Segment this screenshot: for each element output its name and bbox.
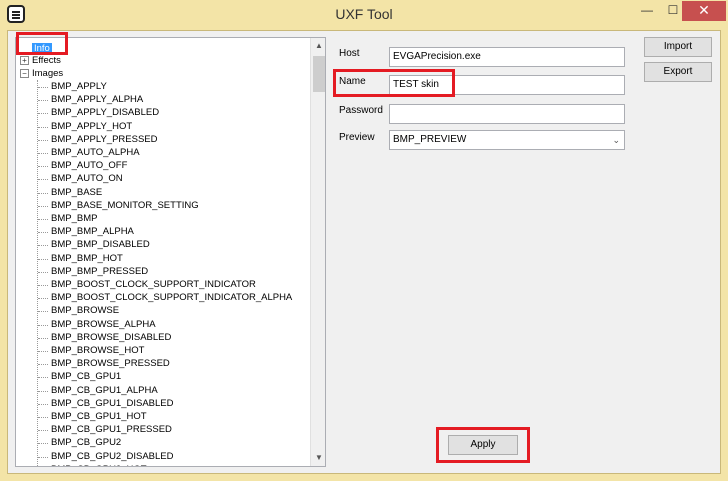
tree-branch-line (38, 403, 48, 405)
tree-branch-line (38, 298, 48, 300)
tree-branch-line (38, 126, 48, 128)
tree-branch-line (38, 271, 48, 273)
tree-branch-line (38, 456, 48, 458)
tree-branch-line (38, 113, 48, 115)
chevron-down-icon: ⌄ (612, 135, 620, 145)
scroll-down-arrow-icon[interactable]: ▼ (311, 450, 325, 466)
tree-node-image-item[interactable]: BMP_BROWSE_PRESSED (51, 357, 170, 370)
preview-label: Preview (339, 132, 375, 143)
tree-node-images[interactable]: Images (32, 67, 63, 80)
tree-node-image-item[interactable]: BMP_APPLY_HOT (51, 120, 132, 133)
tree-node-image-item[interactable]: BMP_BMP_DISABLED (51, 238, 150, 251)
tree-branch-line (38, 153, 48, 154)
preview-dropdown[interactable]: BMP_PREVIEW ⌄ (389, 130, 625, 150)
tree-node-image-item[interactable]: BMP_AUTO_OFF (51, 159, 127, 172)
tree-guide-line (37, 80, 38, 466)
tree-node-image-item[interactable]: BMP_APPLY_PRESSED (51, 133, 157, 146)
effects-expander-icon[interactable]: + (20, 56, 29, 65)
resource-tree[interactable]: Info + Effects − Images BMP_APPLY BMP_APP… (15, 37, 326, 467)
images-collapse-icon[interactable]: − (20, 69, 29, 78)
tree-branch-line (38, 100, 48, 102)
tree-node-image-item[interactable]: BMP_BROWSE (51, 304, 119, 317)
password-label: Password (339, 105, 383, 116)
tree-branch-line (38, 417, 48, 418)
tree-branch-line (38, 232, 48, 234)
tree-node-image-item[interactable]: BMP_CB_GPU1_HOT (51, 410, 147, 423)
preview-selected-value: BMP_PREVIEW (393, 134, 467, 145)
tree-branch-line (38, 443, 48, 445)
tree-branch-line (38, 285, 48, 286)
tree-node-image-item[interactable]: BMP_AUTO_ON (51, 172, 123, 185)
tree-branch-line (38, 258, 48, 260)
tree-branch-line (38, 430, 48, 432)
tree-branch-line (38, 311, 48, 313)
apply-highlight-box (436, 427, 530, 463)
tree-branch-line (38, 390, 48, 392)
tree-branch-line (38, 377, 48, 379)
scroll-thumb[interactable] (313, 56, 325, 92)
tree-node-image-item[interactable]: BMP_CB_GPU2 (51, 436, 121, 449)
tree-node-image-item[interactable]: BMP_BASE_MONITOR_SETTING (51, 199, 199, 212)
window-title: UXF Tool (335, 6, 393, 22)
tree-branch-line (38, 364, 48, 366)
tree-node-image-item[interactable]: BMP_BROWSE_ALPHA (51, 318, 156, 331)
tree-branch-line (38, 324, 48, 326)
export-button[interactable]: Export (644, 62, 712, 82)
tree-node-image-item[interactable]: BMP_AUTO_ALPHA (51, 146, 140, 159)
tree-branch-line (38, 351, 48, 352)
import-button[interactable]: Import (644, 37, 712, 57)
host-field[interactable]: EVGAPrecision.exe (389, 47, 625, 67)
tree-node-image-item[interactable]: BMP_BMP_ALPHA (51, 225, 134, 238)
tree-branch-line (38, 219, 48, 220)
uxf-tool-window: UXF Tool — ☐ ✕ Info + Effects − Images B… (0, 0, 728, 481)
tree-node-image-item[interactable]: BMP_BMP_PRESSED (51, 265, 148, 278)
password-field[interactable] (389, 104, 625, 124)
tree-branch-line (38, 245, 48, 247)
tree-node-image-item[interactable]: BMP_BOOST_CLOCK_SUPPORT_INDICATOR_ALPHA (51, 291, 292, 304)
tree-node-image-item[interactable]: BMP_BMP (51, 212, 97, 225)
title-bar[interactable]: UXF Tool — ☐ ✕ (0, 0, 728, 30)
tree-branch-line (38, 192, 48, 194)
tree-node-image-item[interactable]: BMP_CB_GPU1 (51, 370, 121, 383)
name-highlight-box (333, 69, 455, 97)
tree-branch-line (38, 337, 48, 339)
tree-content: Info + Effects − Images BMP_APPLY BMP_APP… (16, 38, 310, 466)
minimize-button[interactable]: — (634, 1, 660, 21)
tree-node-image-item[interactable]: BMP_CB_GPU1_PRESSED (51, 423, 172, 436)
tree-node-image-item[interactable]: BMP_BMP_HOT (51, 252, 123, 265)
tree-node-image-item[interactable]: BMP_BOOST_CLOCK_SUPPORT_INDICATOR (51, 278, 256, 291)
tree-branch-line (38, 87, 48, 88)
tree-node-image-item[interactable]: BMP_APPLY (51, 80, 107, 93)
tree-branch-line (38, 205, 48, 207)
tree-node-image-item[interactable]: BMP_APPLY_ALPHA (51, 93, 143, 106)
tree-node-image-item[interactable]: BMP_CB_GPU2_DISABLED (51, 450, 174, 463)
close-button[interactable]: ✕ (682, 1, 726, 21)
tree-branch-line (38, 139, 48, 141)
tree-node-image-item[interactable]: BMP_BROWSE_DISABLED (51, 331, 171, 344)
tree-node-image-item[interactable]: BMP_APPLY_DISABLED (51, 106, 159, 119)
tree-scrollbar[interactable]: ▲ ▼ (310, 38, 325, 466)
tree-node-image-item[interactable]: BMP_CB_GPU2_HOT (51, 463, 147, 466)
scroll-up-arrow-icon[interactable]: ▲ (311, 38, 325, 54)
host-label: Host (339, 48, 360, 59)
tree-node-image-item[interactable]: BMP_CB_GPU1_ALPHA (51, 384, 158, 397)
tree-node-image-item[interactable]: BMP_BASE (51, 186, 102, 199)
tree-branch-line (38, 179, 48, 181)
tree-node-effects[interactable]: Effects (32, 54, 61, 67)
info-highlight-box (16, 32, 68, 55)
tree-node-image-item[interactable]: BMP_BROWSE_HOT (51, 344, 144, 357)
tree-node-image-item[interactable]: BMP_CB_GPU1_DISABLED (51, 397, 174, 410)
tree-branch-line (38, 166, 48, 168)
